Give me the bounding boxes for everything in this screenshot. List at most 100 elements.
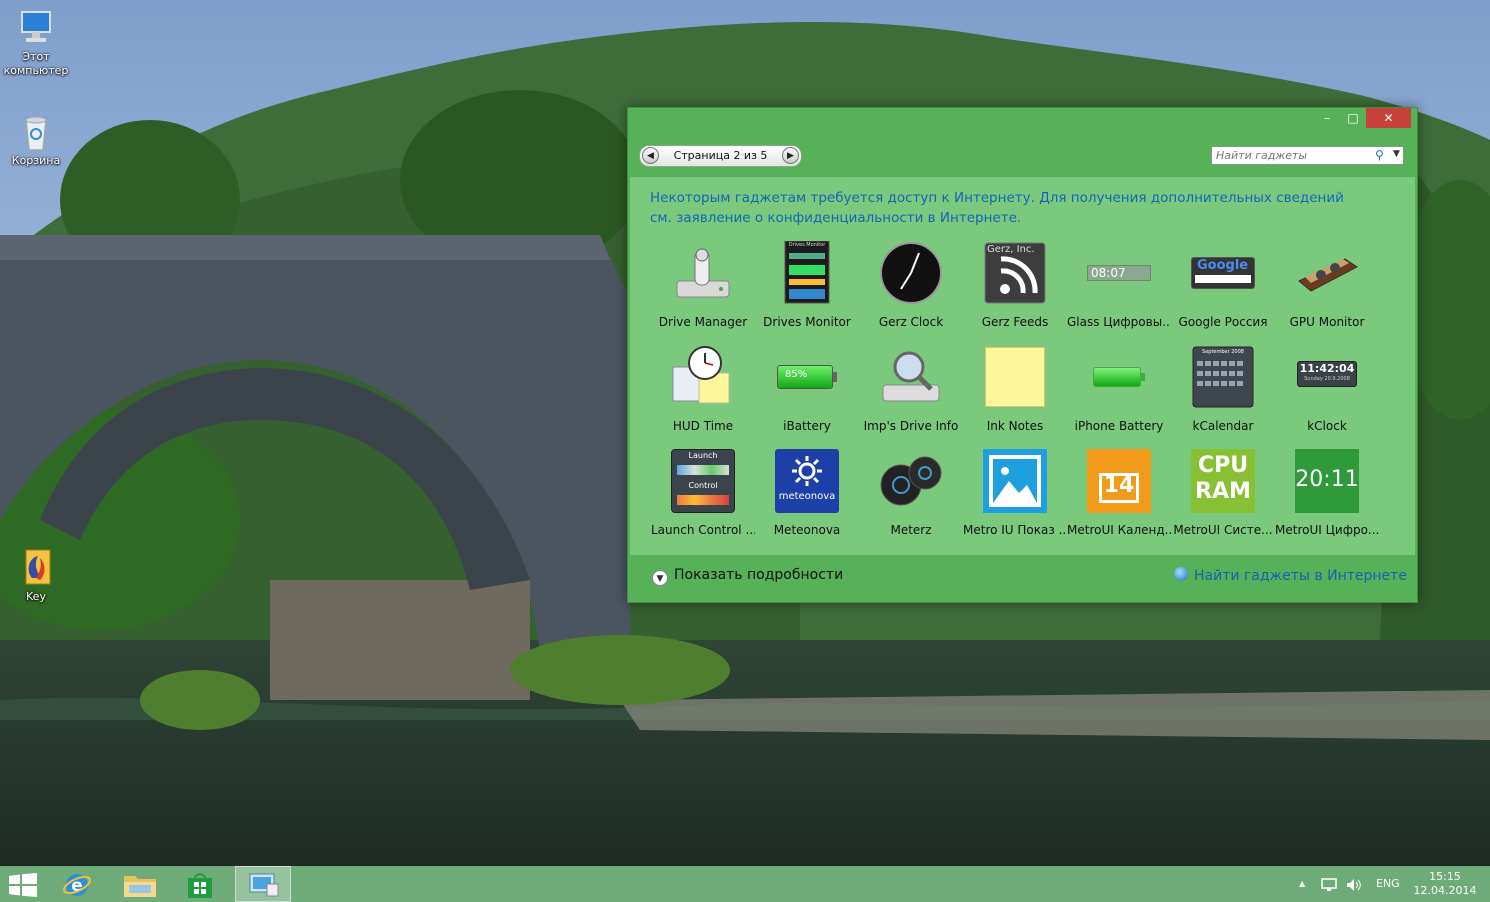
gadget-gerz-clock[interactable]: Gerz Clock (859, 241, 963, 345)
gadget-metro-calendar[interactable]: 14 MetroUI Календ... (1067, 449, 1171, 553)
gadget-glass-digital[interactable]: 08:07 Glass Цифровы... (1067, 241, 1171, 345)
gadget-label: MetroUI Календ... (1067, 523, 1171, 537)
gadget-ink-notes[interactable]: Ink Notes (963, 345, 1067, 449)
gadget-hud-time[interactable]: HUD Time (651, 345, 755, 449)
metro-digital-clock-icon: 20:11 (1295, 449, 1359, 513)
folder-icon (124, 876, 156, 897)
computer-icon (16, 8, 56, 48)
meteonova-logo-text: meteonova (778, 491, 836, 502)
gadget-label: MetroUI Цифро... (1275, 523, 1379, 537)
gadget-imps-drive-info[interactable]: Imp's Drive Info (859, 345, 963, 449)
glass-clock-time: 08:07 (1091, 266, 1126, 280)
next-page-button[interactable]: ▶ (782, 147, 799, 164)
gadget-kcalendar[interactable]: September 2008 kCalendar (1171, 345, 1275, 449)
desktop-icon-recycle-bin[interactable]: Корзина (0, 112, 72, 168)
gadget-label: Google Россия (1178, 315, 1268, 329)
recycle-bin-icon (16, 112, 56, 152)
chevron-down-icon[interactable]: ▼ (1393, 149, 1400, 159)
cpu-ram-meter-icon: CPU RAM (1191, 449, 1255, 513)
gadget-google-russia[interactable]: Google Google Россия (1171, 241, 1275, 345)
gadget-metro-system[interactable]: CPU RAM MetroUI Систе... (1171, 449, 1275, 553)
gadget-label: Drives Monitor (763, 315, 851, 329)
windows-start-icon (9, 873, 37, 897)
close-button[interactable]: ✕ (1366, 108, 1411, 128)
gadget-label: Gerz Clock (878, 315, 944, 329)
gadget-ibattery[interactable]: 85% iBattery (755, 345, 859, 449)
maximize-button[interactable]: □ (1340, 108, 1366, 128)
gadget-label: MetroUI Систе... (1173, 523, 1273, 537)
gadget-gpu-monitor[interactable]: GPU Monitor (1275, 241, 1379, 345)
launch-control-icon: Launch Control (671, 449, 735, 513)
desktop-icon-this-pc[interactable]: Этот компьютер (0, 8, 72, 78)
taskbar-store[interactable] (172, 866, 228, 902)
glass-digital-clock-icon: 08:07 (1087, 241, 1151, 305)
gadget-label: Ink Notes (986, 419, 1044, 433)
taskbar-clock[interactable]: 15:15 12.04.2014 (1410, 870, 1480, 898)
google-logo-text: Google (1197, 258, 1249, 273)
launch-control-subtitle: Control (688, 481, 718, 490)
show-details-toggle[interactable]: ▼ Показать подробности (652, 567, 843, 586)
globe-icon (1174, 567, 1188, 581)
start-button[interactable] (0, 866, 56, 902)
metro-calendar-day: 14 (1103, 473, 1135, 498)
drive-manager-icon (671, 241, 735, 305)
hud-time-icon (671, 345, 735, 409)
gadget-metro-picture[interactable]: Metro IU Показ ... (963, 449, 1067, 553)
internet-access-notice[interactable]: Некоторым гаджетам требуется доступ к Ин… (650, 188, 1370, 228)
window-footer: ▼ Показать подробности Найти гаджеты в Ин… (628, 555, 1417, 602)
volume-icon[interactable] (1346, 878, 1362, 892)
taskbar-internet-explorer[interactable]: e (50, 866, 106, 902)
gadget-launch-control[interactable]: Launch Control Launch Control ... (651, 449, 755, 553)
calendar-icon: September 2008 (1191, 345, 1255, 409)
cpu-text: CPU (1197, 453, 1249, 478)
drives-monitor-caption: Drives Monitor (788, 242, 826, 248)
meterz-icon (879, 449, 943, 513)
desktop-icon-key[interactable]: Key (0, 548, 72, 604)
gadget-label: Imp's Drive Info (863, 419, 959, 433)
gadget-meterz[interactable]: Meterz (859, 449, 963, 553)
taskbar-file-explorer[interactable] (112, 866, 168, 902)
battery-icon: 85% (775, 345, 839, 409)
get-gadgets-online-label: Найти гаджеты в Интернете (1194, 568, 1407, 584)
search-icon[interactable]: ⚲ (1375, 148, 1384, 162)
sticky-note-icon (983, 345, 1047, 409)
taskbar-gadgets[interactable] (235, 866, 291, 902)
kclock-date: Sunday 20.9.2008 (1304, 376, 1350, 382)
rss-feed-icon: Gerz, Inc. (983, 241, 1047, 305)
page-indicator: Страница 2 из 5 (673, 149, 768, 162)
show-details-label: Показать подробности (674, 567, 844, 583)
desktop-icon-label: Этот компьютер (3, 50, 69, 77)
gadget-label: Metro IU Показ ... (963, 523, 1067, 537)
gadget-label: Meterz (890, 523, 932, 537)
get-gadgets-online-link[interactable]: Найти гаджеты в Интернете (1174, 567, 1407, 584)
window-titlebar[interactable]: – □ ✕ (628, 108, 1417, 134)
show-hidden-icons-button[interactable]: ▲ (1299, 866, 1305, 902)
gadget-label: kCalendar (1192, 419, 1254, 433)
network-icon[interactable] (1321, 878, 1337, 892)
google-search-icon: Google (1191, 241, 1255, 305)
gadget-drives-monitor[interactable]: Drives Monitor Drives Monitor (755, 240, 859, 345)
gadget-gallery-content: Некоторым гаджетам требуется доступ к Ин… (630, 177, 1415, 555)
gadget-metro-digital[interactable]: 20:11 MetroUI Цифро... (1275, 449, 1379, 553)
gadget-drive-manager[interactable]: Drive Manager (651, 241, 755, 345)
clock-icon (879, 241, 943, 305)
picture-slideshow-icon (983, 449, 1047, 513)
gadget-gallery-window: – □ ✕ ◀ Страница 2 из 5 ▶ ⚲ ▼ Некоторым … (627, 107, 1418, 603)
weather-sun-icon: meteonova (775, 449, 839, 513)
gadget-label: Meteonova (773, 523, 841, 537)
gadget-label: Launch Control ... (651, 523, 755, 537)
gadget-meteonova[interactable]: meteonova Meteonova (755, 449, 859, 553)
gadget-label: iPhone Battery (1074, 419, 1164, 433)
input-language-indicator[interactable]: ENG (1376, 866, 1400, 902)
clock-date: 12.04.2014 (1413, 884, 1477, 897)
gadget-gerz-feeds[interactable]: Gerz, Inc. Gerz Feeds (963, 241, 1067, 345)
clock-time: 15:15 (1429, 870, 1461, 883)
store-icon (188, 873, 212, 898)
desktop-icon-label: Корзина (11, 154, 61, 167)
gadget-kclock[interactable]: 11:42:04 Sunday 20.9.2008 kClock (1275, 345, 1379, 449)
calendar-month-text: September 2008 (1202, 349, 1244, 355)
minimize-button[interactable]: – (1314, 108, 1340, 128)
search-input[interactable] (1216, 148, 1366, 163)
gadget-iphone-battery[interactable]: iPhone Battery (1067, 345, 1171, 449)
internet-explorer-icon: e (63, 874, 91, 896)
